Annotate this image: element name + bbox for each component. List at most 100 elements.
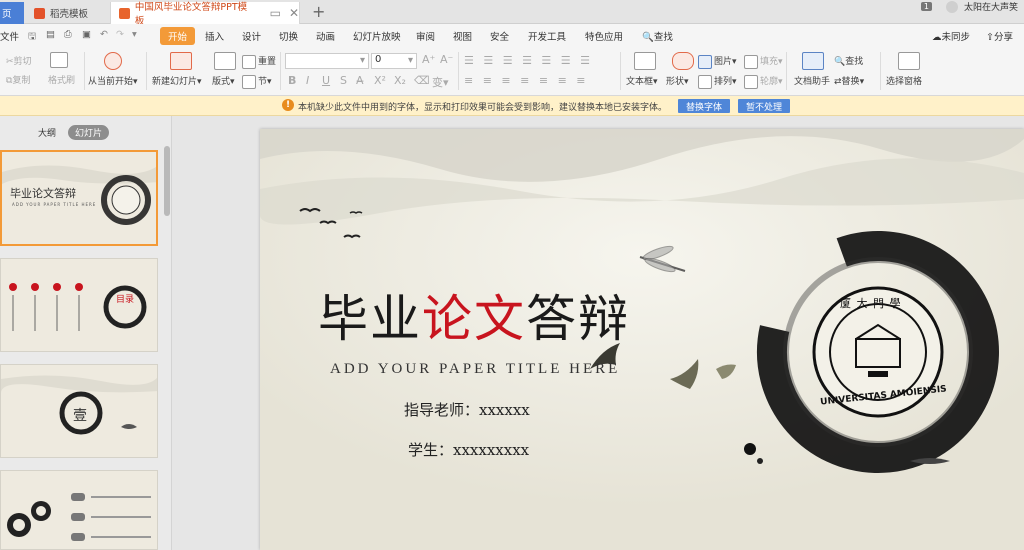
menu-developer[interactable]: 开发工具 [528, 29, 566, 43]
slide[interactable]: 厦 大 門 學 UNIVERSITAS AMOIENSIS 毕业论文答辩 ADD… [260, 129, 1024, 550]
shape-button[interactable]: 形状▾ [666, 74, 689, 87]
tab-docer-label: 稻壳模板 [50, 9, 89, 20]
slide-title[interactable]: 毕业论文答辩 [318, 279, 630, 351]
user-name[interactable]: 太阳在大声笑 [964, 0, 1018, 13]
tab-home[interactable]: 页 [0, 2, 24, 24]
reset-button[interactable]: 重置 [242, 54, 276, 69]
textbox-button[interactable]: 文本框▾ [626, 74, 658, 87]
tab-slides[interactable]: 幻灯片 [68, 125, 110, 140]
thumb2-label: 目录 [115, 295, 134, 305]
shrink-font-icon[interactable]: A⁻ [440, 53, 453, 66]
print-icon[interactable]: ⎙ [64, 29, 72, 40]
cloud-icon: ☁ [932, 32, 942, 43]
font-size-select[interactable]: 0 ▾ [371, 53, 417, 69]
menu-insert[interactable]: 插入 [205, 29, 224, 43]
new-slide-button[interactable]: 新建幻灯片▾ [152, 74, 202, 87]
select-pane-button[interactable]: 选择窗格 [886, 74, 922, 87]
tab-docer[interactable]: 稻壳模板 [24, 2, 110, 24]
replace-icon: ⇄ [834, 77, 842, 87]
ppt-file-icon [119, 7, 130, 19]
slide-thumbnail-2[interactable]: 目录 [0, 258, 158, 352]
from-current-button[interactable]: 从当前开始▾ [88, 74, 138, 87]
find-button[interactable]: 🔍查找 [834, 54, 863, 67]
student-line[interactable]: 学生：xxxxxxxxx [408, 439, 529, 460]
menu-transitions[interactable]: 切换 [279, 29, 298, 43]
font-name-select[interactable]: ▾ [285, 53, 369, 69]
ignore-button[interactable]: 暂不处理 [738, 99, 791, 113]
superscript-icon[interactable]: X² [374, 74, 386, 87]
copy-button[interactable]: ⧉复制 [6, 73, 30, 86]
section-button[interactable]: 节▾ [242, 74, 272, 89]
picture-label: 图片 [714, 57, 733, 67]
tab-outline[interactable]: 大纲 [38, 126, 56, 139]
italic-icon[interactable]: I [306, 74, 309, 87]
doc-assistant-button[interactable]: 文档助手 [794, 74, 830, 87]
menu-slideshow[interactable]: 幻灯片放映 [353, 29, 401, 43]
fill-button[interactable]: 填充▾ [744, 54, 783, 69]
ribbon-divider [280, 52, 281, 90]
menu-view[interactable]: 视图 [453, 29, 472, 43]
underline-icon[interactable]: U [322, 74, 330, 87]
ribbon-divider [84, 52, 85, 90]
tab-document-label: 中国风毕业论文答辩PPT模板 [134, 2, 248, 27]
menu-animation[interactable]: 动画 [316, 29, 335, 43]
alignment-icons-row2[interactable]: ≡ ≡ ≡ ≡ ≡ ≡ ≡ [464, 74, 589, 87]
textbox-icon [634, 52, 658, 70]
notice-text: 本机缺少此文件中用到的字体，显示和打印效果可能会受到影响，建议替换本地已安装字体… [298, 103, 668, 113]
subscript-icon[interactable]: X₂ [394, 74, 406, 87]
menu-home[interactable]: 开始 [160, 27, 196, 45]
title-part-1: 毕业 [318, 290, 422, 348]
tab-document[interactable]: 中国风毕业论文答辩PPT模板 ▭ ✕ [110, 2, 300, 27]
new-tab-icon[interactable]: + [312, 2, 325, 21]
outline-button[interactable]: 轮廓▾ [744, 74, 783, 89]
replace-label: 替换 [841, 77, 860, 87]
slide-thumbnail-1[interactable]: 毕业论文答辩 ADD YOUR PAPER TITLE HERE [0, 150, 158, 246]
save-icon[interactable]: 🖫 [28, 29, 36, 45]
strike-icon[interactable]: A̶ [356, 74, 364, 87]
cut-button[interactable]: ✂剪切 [6, 54, 32, 67]
open-icon[interactable]: ▤ [46, 29, 55, 40]
page-count-badge[interactable]: 1 [920, 2, 932, 11]
sync-status[interactable]: ☁未同步 [932, 29, 970, 43]
textbox-label: 文本框 [626, 77, 654, 87]
shape-label: 形状 [666, 77, 685, 87]
docer-icon [34, 7, 45, 19]
undo-icon[interactable]: ↶ [100, 29, 108, 40]
menu-file[interactable]: 文件 [0, 29, 19, 43]
slide-subtitle[interactable]: ADD YOUR PAPER TITLE HERE [330, 361, 620, 378]
menu-design[interactable]: 设计 [242, 29, 261, 43]
layout-button[interactable]: 版式▾ [212, 74, 235, 87]
format-painter-label[interactable]: 格式刷 [48, 73, 75, 86]
slide-panel-scrollbar[interactable] [164, 146, 170, 216]
monitor-icon[interactable]: ▭ [270, 6, 281, 20]
eraser-icon[interactable]: ⌫ [414, 74, 430, 87]
ribbon-divider [880, 52, 881, 90]
share-button[interactable]: ⇪分享 [986, 29, 1013, 43]
quick-access-dropdown-icon[interactable]: ▾ [132, 29, 137, 40]
grow-font-icon[interactable]: A⁺ [422, 53, 435, 66]
menu-security[interactable]: 安全 [490, 29, 509, 43]
shadow-icon[interactable]: S [340, 74, 347, 87]
preview-icon[interactable]: ▣ [82, 29, 91, 40]
slide-thumbnail-4[interactable] [0, 470, 158, 550]
thumb3-label: 壹 [73, 408, 87, 424]
paragraph-icons-row1[interactable]: ☰ ☰ ☰ ☰ ☰ ☰ ☰ [464, 54, 593, 67]
menu-review[interactable]: 审阅 [416, 29, 435, 43]
editing-canvas: 厦 大 門 學 UNIVERSITAS AMOIENSIS 毕业论文答辩 ADD… [172, 116, 1024, 550]
thumb1-title: 毕业论文答辩 [10, 187, 76, 200]
bold-icon[interactable]: B [288, 74, 296, 87]
replace-font-button[interactable]: 替换字体 [678, 99, 731, 113]
menu-special[interactable]: 特色应用 [585, 29, 623, 43]
doc-assistant-label: 文档助手 [794, 77, 831, 87]
font-color-icon[interactable]: 变▾ [432, 74, 449, 90]
arrange-button[interactable]: 排列▾ [698, 74, 737, 89]
menu-search[interactable]: 🔍查找 [642, 29, 673, 43]
picture-button[interactable]: 图片▾ [698, 54, 737, 69]
avatar[interactable] [945, 0, 958, 13]
close-tab-icon[interactable]: ✕ [289, 6, 299, 20]
missing-font-notice: ! 本机缺少此文件中用到的字体，显示和打印效果可能会受到影响，建议替换本地已安装… [0, 96, 1024, 116]
advisor-line[interactable]: 指导老师：xxxxxx [404, 399, 530, 420]
redo-icon[interactable]: ↷ [116, 29, 124, 40]
slide-thumbnail-3[interactable]: 壹 [0, 364, 158, 458]
replace-button[interactable]: ⇄替换▾ [834, 74, 864, 87]
